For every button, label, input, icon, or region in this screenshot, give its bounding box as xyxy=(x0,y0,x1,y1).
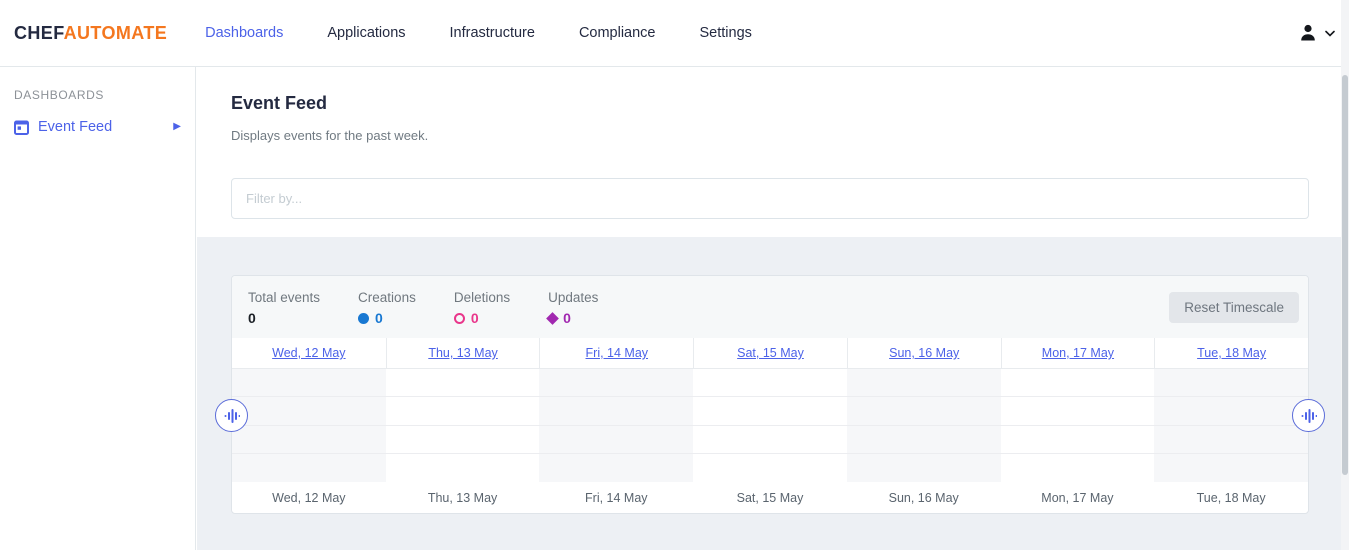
nav-tab-compliance[interactable]: Compliance xyxy=(579,25,656,41)
grid-cell xyxy=(693,397,847,425)
updates-diamond-icon xyxy=(546,312,559,325)
equalizer-handle-icon xyxy=(224,408,240,424)
day-footer-label: Thu, 13 May xyxy=(386,491,540,505)
grid-cell xyxy=(847,454,1001,482)
grid-cell xyxy=(1001,426,1155,454)
grid-cell xyxy=(847,397,1001,425)
creations-dot-icon xyxy=(358,313,369,324)
nav-tab-applications[interactable]: Applications xyxy=(327,25,405,41)
day-header-link[interactable]: Tue, 18 May xyxy=(1197,346,1266,360)
grid-cell xyxy=(693,454,847,482)
stat-updates: Updates 0 xyxy=(548,290,598,338)
stat-label: Updates xyxy=(548,290,598,305)
deletions-circle-icon xyxy=(454,313,465,324)
page-title: Event Feed xyxy=(231,93,327,114)
timeline-header-row: Wed, 12 May Thu, 13 May Fri, 14 May Sat,… xyxy=(232,338,1308,369)
stat-creations: Creations 0 xyxy=(358,290,416,338)
logo-chef-text: CHEF xyxy=(14,23,64,43)
day-footer-label: Fri, 14 May xyxy=(539,491,693,505)
stat-value: 0 xyxy=(375,310,383,326)
grid-cell xyxy=(693,426,847,454)
grid-cell xyxy=(693,369,847,397)
timeline-footer-row: Wed, 12 May Thu, 13 May Fri, 14 May Sat,… xyxy=(232,482,1308,513)
stat-label: Total events xyxy=(248,290,320,305)
expand-arrow-icon: ▶ xyxy=(173,122,181,132)
grid-cell xyxy=(539,454,693,482)
day-footer-label: Wed, 12 May xyxy=(232,491,386,505)
stat-label: Deletions xyxy=(454,290,510,305)
day-header-link[interactable]: Fri, 14 May xyxy=(586,346,649,360)
nav-tab-dashboards[interactable]: Dashboards xyxy=(205,25,283,41)
event-feed-calendar-icon xyxy=(14,120,29,135)
grid-cell xyxy=(232,454,386,482)
day-footer-label: Mon, 17 May xyxy=(1001,491,1155,505)
timeline-right-handle[interactable] xyxy=(1292,399,1325,432)
person-icon xyxy=(1298,23,1318,43)
day-footer-label: Tue, 18 May xyxy=(1154,491,1308,505)
grid-cell xyxy=(1154,369,1308,397)
grid-cell xyxy=(386,369,540,397)
day-header-link[interactable]: Sun, 16 May xyxy=(889,346,959,360)
grid-cell xyxy=(539,397,693,425)
sidebar-item-label: Event Feed xyxy=(38,119,112,135)
chevron-down-icon xyxy=(1325,30,1335,37)
grid-cell xyxy=(1001,397,1155,425)
grid-cell xyxy=(1154,397,1308,425)
grid-cell xyxy=(232,426,386,454)
logo-automate-text: AUTOMATE xyxy=(64,23,168,43)
grid-cell xyxy=(847,369,1001,397)
grid-cell xyxy=(1154,454,1308,482)
grid-cell xyxy=(539,426,693,454)
equalizer-handle-icon xyxy=(1301,408,1317,424)
chef-automate-logo[interactable]: CHEFAUTOMATE xyxy=(14,23,167,44)
main-content: Event Feed Displays events for the past … xyxy=(197,67,1349,550)
reset-timescale-button[interactable]: Reset Timescale xyxy=(1169,292,1299,323)
day-footer-label: Sat, 15 May xyxy=(693,491,847,505)
timeline-grid-body xyxy=(232,369,1308,482)
top-nav: CHEFAUTOMATE Dashboards Applications Inf… xyxy=(0,0,1349,67)
nav-tab-settings[interactable]: Settings xyxy=(700,25,752,41)
stat-deletions: Deletions 0 xyxy=(454,290,510,338)
nav-tab-infrastructure[interactable]: Infrastructure xyxy=(450,25,535,41)
stat-value: 0 xyxy=(248,310,320,326)
filter-input[interactable] xyxy=(231,178,1309,219)
page-scrollbar-thumb[interactable] xyxy=(1342,75,1348,475)
user-menu[interactable] xyxy=(1298,23,1335,43)
stat-label: Creations xyxy=(358,290,416,305)
page-scrollbar-track[interactable] xyxy=(1341,0,1349,550)
grid-cell xyxy=(1154,426,1308,454)
event-timeline-card: Total events 0 Creations 0 Deletions 0 xyxy=(231,275,1309,514)
grid-cell xyxy=(232,397,386,425)
timeline-left-handle[interactable] xyxy=(215,399,248,432)
sidebar: DASHBOARDS Event Feed ▶ xyxy=(0,67,196,550)
grid-cell xyxy=(539,369,693,397)
grid-cell xyxy=(386,454,540,482)
stats-row: Total events 0 Creations 0 Deletions 0 xyxy=(232,276,1308,338)
day-header-link[interactable]: Wed, 12 May xyxy=(272,346,345,360)
grid-cell xyxy=(847,426,1001,454)
grid-cell xyxy=(232,369,386,397)
event-feed-panel: Total events 0 Creations 0 Deletions 0 xyxy=(197,237,1349,550)
stat-total-events: Total events 0 xyxy=(248,290,320,338)
grid-cell xyxy=(1001,454,1155,482)
grid-cell xyxy=(386,397,540,425)
main-nav: Dashboards Applications Infrastructure C… xyxy=(205,25,752,41)
grid-cell xyxy=(386,426,540,454)
day-header-link[interactable]: Thu, 13 May xyxy=(428,346,497,360)
day-footer-label: Sun, 16 May xyxy=(847,491,1001,505)
day-header-link[interactable]: Mon, 17 May xyxy=(1042,346,1114,360)
stat-value: 0 xyxy=(471,310,479,326)
grid-cell xyxy=(1001,369,1155,397)
sidebar-item-event-feed[interactable]: Event Feed ▶ xyxy=(0,119,195,135)
timeline: Wed, 12 May Thu, 13 May Fri, 14 May Sat,… xyxy=(232,338,1308,513)
stat-value: 0 xyxy=(563,310,571,326)
page-subtitle: Displays events for the past week. xyxy=(231,128,428,143)
sidebar-heading: DASHBOARDS xyxy=(14,88,195,102)
day-header-link[interactable]: Sat, 15 May xyxy=(737,346,804,360)
